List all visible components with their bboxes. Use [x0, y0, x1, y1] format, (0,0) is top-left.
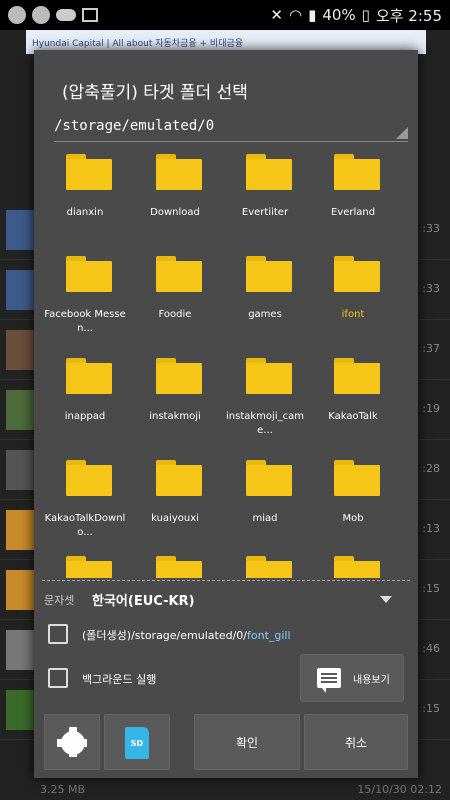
folder-icon	[156, 556, 202, 578]
folder-item[interactable]: KakaoTalkDownlo...	[40, 456, 130, 556]
folder-label: Everland	[330, 207, 376, 218]
folder-item[interactable]: Download	[130, 150, 220, 250]
folder-item[interactable]: Facebook Messen...	[40, 252, 130, 352]
folder-label: instakmoji_came...	[226, 411, 304, 436]
folder-icon	[246, 256, 292, 292]
folder-item[interactable]: Foodie	[130, 252, 220, 352]
cancel-button[interactable]: 취소	[304, 714, 408, 770]
mute-icon: ✕	[270, 6, 283, 24]
signal-icon: ▮	[308, 6, 317, 24]
folder-item[interactable]	[308, 552, 398, 578]
create-folder-checkbox[interactable]	[48, 624, 68, 644]
folder-label: dianxin	[66, 207, 104, 218]
folder-item[interactable]	[130, 552, 220, 578]
folder-item[interactable]	[40, 552, 130, 578]
folder-item[interactable]: instakmoji	[130, 354, 220, 454]
battery-icon: ▯	[361, 6, 370, 24]
folder-label: kuaiyouxi	[151, 513, 199, 524]
folder-label: games	[248, 309, 282, 320]
folder-icon	[334, 460, 380, 496]
create-folder-option[interactable]: (폴더생성)/storage/emulated/0/font_gill	[48, 622, 408, 652]
background-run-label: 백그라운드 실행	[82, 673, 157, 686]
dialog-title: (압축풀기) 타겟 폴더 선택	[62, 83, 248, 103]
background-run-checkbox[interactable]	[48, 668, 68, 688]
folder-label: ifont	[341, 309, 365, 320]
folder-icon	[334, 256, 380, 292]
clock: 오후 2:55	[375, 6, 442, 25]
sd-card-button[interactable]: SD	[104, 714, 170, 770]
folder-item[interactable]: Evertiiter	[220, 150, 310, 250]
chevron-down-icon[interactable]	[380, 596, 392, 603]
folder-icon	[334, 358, 380, 394]
status-bar: ✕ ◠ ▮ 40% ▯ 오후 2:55	[0, 0, 450, 30]
u-plus-icon	[8, 6, 26, 24]
create-folder-name: font_gill	[247, 629, 291, 642]
folder-icon	[246, 154, 292, 190]
wifi-icon: ◠	[288, 6, 303, 24]
target-folder-dialog: (압축풀기) 타겟 폴더 선택 /storage/emulated/0 dian…	[34, 50, 418, 778]
view-content-button[interactable]: 내용보기	[300, 654, 404, 702]
folder-item[interactable]: dianxin	[40, 150, 130, 250]
folder-icon	[66, 556, 112, 578]
folder-label: KakaoTalk	[328, 411, 378, 422]
folder-label: miad	[252, 513, 278, 524]
view-content-label: 내용보기	[353, 675, 390, 686]
folder-label: Foodie	[158, 309, 192, 320]
folder-label: inappad	[64, 411, 106, 422]
folder-item[interactable]: kuaiyouxi	[130, 456, 220, 556]
folder-item[interactable]: ifont	[308, 252, 398, 352]
charset-value: 한국어(EUC-KR)	[92, 594, 195, 609]
image-icon	[82, 8, 98, 22]
create-folder-path: (폴더생성)/storage/emulated/0/	[82, 629, 247, 642]
folder-item[interactable]	[220, 552, 310, 578]
folder-icon	[156, 256, 202, 292]
folder-label: Download	[150, 207, 200, 218]
folder-label: Facebook Messen...	[44, 309, 126, 334]
message-icon	[317, 668, 341, 693]
footer-date: 15/10/30 02:12	[357, 783, 442, 796]
ok-label: 확인	[235, 736, 259, 750]
battery-level: 40%	[322, 6, 356, 24]
talk-icon	[32, 6, 50, 24]
folder-label: KakaoTalkDownlo...	[44, 513, 126, 538]
sd-card-icon: SD	[125, 727, 149, 759]
ok-button[interactable]: 확인	[194, 714, 300, 770]
folder-icon	[66, 358, 112, 394]
background-run-option[interactable]: 백그라운드 실행	[48, 666, 288, 696]
divider	[42, 580, 410, 581]
folder-item[interactable]: miad	[220, 456, 310, 556]
folder-grid[interactable]: dianxin Download Evertiiter Everland Faceboo…	[38, 146, 414, 578]
folder-icon	[334, 154, 380, 190]
path-selector[interactable]: /storage/emulated/0	[54, 114, 408, 142]
folder-item[interactable]: Mob	[308, 456, 398, 556]
folder-item[interactable]: inappad	[40, 354, 130, 454]
folder-icon	[246, 358, 292, 394]
folder-item[interactable]: KakaoTalk	[308, 354, 398, 454]
cancel-label: 취소	[344, 736, 368, 750]
footer-size: 3.25 MB	[40, 783, 86, 796]
folder-item[interactable]: instakmoji_came...	[220, 354, 310, 454]
folder-label: Mob	[342, 513, 364, 524]
folder-icon	[156, 358, 202, 394]
charset-selector[interactable]: 문자셋 한국어(EUC-KR)	[44, 588, 408, 612]
folder-icon	[334, 556, 380, 578]
folder-icon	[156, 460, 202, 496]
folder-item[interactable]: games	[220, 252, 310, 352]
folder-label: instakmoji	[149, 411, 201, 422]
dropdown-corner-icon	[396, 127, 408, 139]
folder-item[interactable]: Everland	[308, 150, 398, 250]
folder-icon	[66, 154, 112, 190]
folder-label: Evertiiter	[241, 207, 289, 218]
folder-icon	[156, 154, 202, 190]
folder-icon	[246, 460, 292, 496]
folder-icon	[66, 460, 112, 496]
charset-label: 문자셋	[44, 594, 75, 607]
folder-icon	[246, 556, 292, 578]
gear-icon	[57, 727, 87, 757]
current-path: /storage/emulated/0	[54, 118, 215, 134]
cloud-icon	[56, 9, 76, 21]
settings-button[interactable]	[44, 714, 100, 770]
folder-icon	[66, 256, 112, 292]
